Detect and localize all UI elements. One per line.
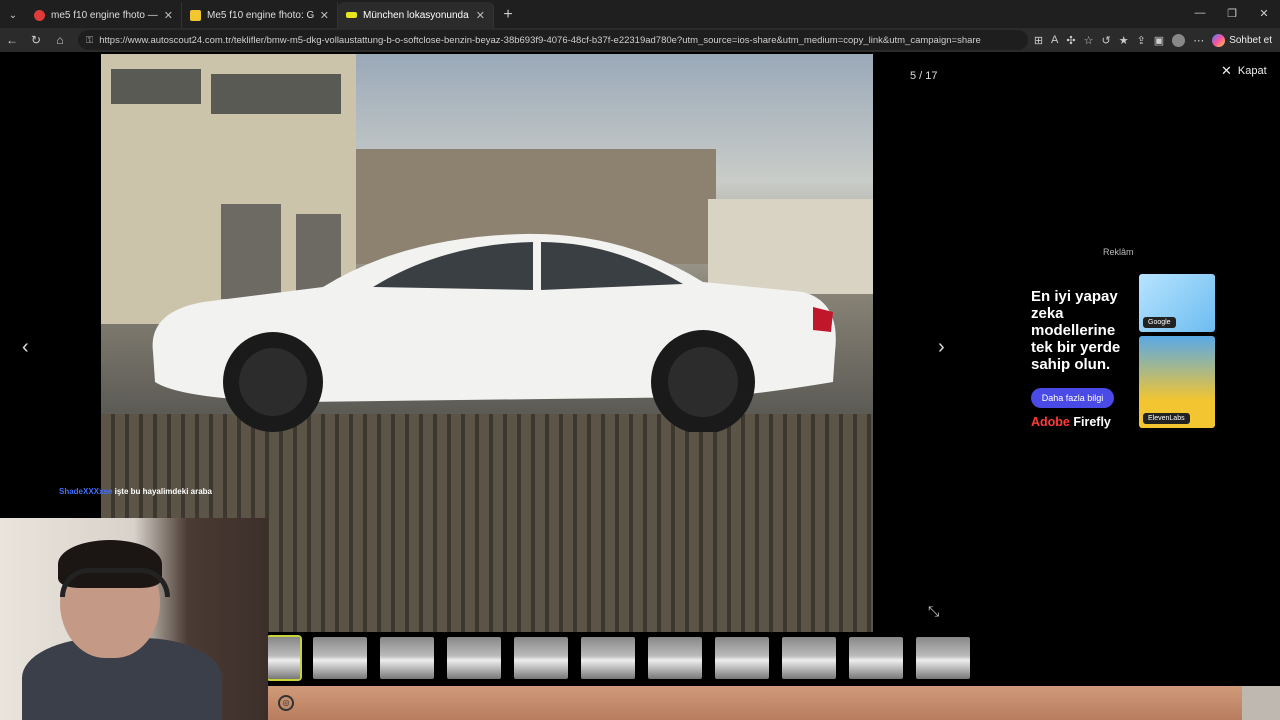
tab-yandex[interactable]: me5 f10 engine fhoto — Yandex: 2 ✕ [26, 2, 182, 28]
webcam-overlay [0, 518, 268, 720]
ad-chip-elevenlabs: ElevenLabs [1143, 413, 1190, 424]
site-info-icon[interactable]: ⚿ [86, 35, 93, 46]
photo-thumbnail[interactable] [916, 637, 970, 679]
ad-headline: En iyi yapay zeka modellerine tek bir ye… [1031, 288, 1121, 373]
photo-thumbnail[interactable] [581, 637, 635, 679]
tab-title: Me5 f10 engine fhoto: Görselleri g [207, 9, 314, 21]
favorite-icon[interactable]: ☆ [1084, 34, 1094, 47]
share-icon[interactable]: ⇪ [1137, 34, 1146, 47]
close-window-icon[interactable]: ✕ [1248, 0, 1280, 26]
history-icon[interactable]: ↺ [1101, 34, 1110, 47]
copilot-button[interactable]: Sohbet et [1212, 33, 1272, 47]
url-input[interactable]: ⚿ https://www.autoscout24.com.tr/teklifl… [78, 30, 1028, 50]
thumbnail-strip [266, 635, 970, 683]
fullscreen-exit-icon[interactable]: ⤡ [928, 603, 939, 620]
read-aloud-icon[interactable]: A [1051, 34, 1058, 46]
restore-icon[interactable]: ❐ [1216, 0, 1248, 26]
tab-title: München lokasyonunda kullanılmı [363, 9, 470, 21]
home-icon[interactable]: ⌂ [48, 33, 72, 47]
close-viewer-button[interactable]: ✕ Kapat [1221, 63, 1267, 79]
tab-images[interactable]: Me5 f10 engine fhoto: Görselleri g ✕ [182, 2, 338, 28]
close-label: Kapat [1237, 65, 1267, 77]
yandex-favicon-icon [34, 9, 45, 21]
chat-text: işte bu hayalimdeki araba [114, 487, 212, 496]
chat-username: ShadeXXXxse [59, 487, 113, 496]
tab-actions-button[interactable]: ⌄ [0, 2, 26, 28]
previous-photo-icon[interactable]: ‹ [22, 336, 29, 359]
close-icon: ✕ [1221, 63, 1232, 78]
ad-label: Reklâm [1103, 247, 1134, 257]
ad-brand: Adobe Firefly [1031, 415, 1111, 429]
address-bar: ← ↻ ⌂ ⚿ https://www.autoscout24.com.tr/t… [0, 28, 1280, 52]
ad-image-gifts: Google [1139, 274, 1215, 332]
images-favicon-icon [190, 9, 201, 21]
minimize-icon[interactable]: — [1184, 0, 1216, 26]
photo-thumbnail[interactable] [715, 637, 769, 679]
tab-bar: ⌄ me5 f10 engine fhoto — Yandex: 2 ✕ Me5… [0, 0, 1280, 28]
photo-thumbnail[interactable] [849, 637, 903, 679]
photo-thumbnail[interactable] [447, 637, 501, 679]
photo-thumbnail[interactable] [266, 635, 302, 681]
close-tab-icon[interactable]: ✕ [164, 9, 173, 22]
bottom-strip: ◎ [268, 686, 1280, 720]
settings-icon[interactable]: ◎ [278, 695, 294, 711]
stream-chat-message: ShadeXXXxse işte bu hayalimdeki araba [59, 487, 212, 496]
tab-autoscout[interactable]: München lokasyonunda kullanılmı ✕ [338, 2, 494, 28]
new-tab-button[interactable]: + [494, 2, 522, 28]
autoscout-favicon-icon [346, 12, 357, 18]
profile-avatar[interactable] [1172, 33, 1186, 47]
ad-brand-adobe: Adobe [1031, 415, 1070, 429]
photo-thumbnail[interactable] [380, 637, 434, 679]
collections-icon[interactable]: ▣ [1154, 34, 1164, 47]
copilot-icon [1212, 33, 1226, 47]
photo-counter: 5 / 17 [910, 70, 938, 82]
headphones [60, 568, 170, 597]
window-controls: — ❐ ✕ [1184, 0, 1280, 26]
app-available-icon[interactable]: ⊞ [1034, 34, 1043, 47]
more-icon[interactable]: ⋯ [1193, 34, 1204, 47]
ad-learn-more-button[interactable]: Daha fazla bilgi [1031, 388, 1114, 408]
tab-title: me5 f10 engine fhoto — Yandex: 2 [51, 9, 158, 21]
toolbar-icons: ⊞ A ✣ ☆ ↺ ★ ⇪ ▣ ⋯ Sohbet et [1034, 33, 1280, 47]
photo-thumbnail[interactable] [648, 637, 702, 679]
close-tab-icon[interactable]: ✕ [476, 9, 485, 22]
refresh-icon[interactable]: ↻ [24, 33, 48, 47]
next-photo-icon[interactable]: › [938, 336, 945, 359]
favorites-icon[interactable]: ★ [1119, 34, 1129, 47]
stream-logo [1242, 686, 1280, 720]
photo-thumbnail[interactable] [514, 637, 568, 679]
advertisement[interactable]: En iyi yapay zeka modellerine tek bir ye… [1028, 272, 1218, 432]
photo-thumbnail[interactable] [313, 637, 367, 679]
ad-brand-firefly: Firefly [1073, 415, 1111, 429]
extensions-icon[interactable]: ✣ [1066, 34, 1075, 47]
close-tab-icon[interactable]: ✕ [320, 9, 329, 22]
ad-image-person: ElevenLabs [1139, 336, 1215, 428]
photo-thumbnail[interactable] [782, 637, 836, 679]
copilot-label: Sohbet et [1229, 34, 1272, 46]
bmw-m5-car [152, 233, 836, 432]
back-icon[interactable]: ← [0, 33, 24, 47]
ad-chip-google: Google [1143, 317, 1176, 328]
url-text: https://www.autoscout24.com.tr/teklifler… [99, 34, 981, 46]
